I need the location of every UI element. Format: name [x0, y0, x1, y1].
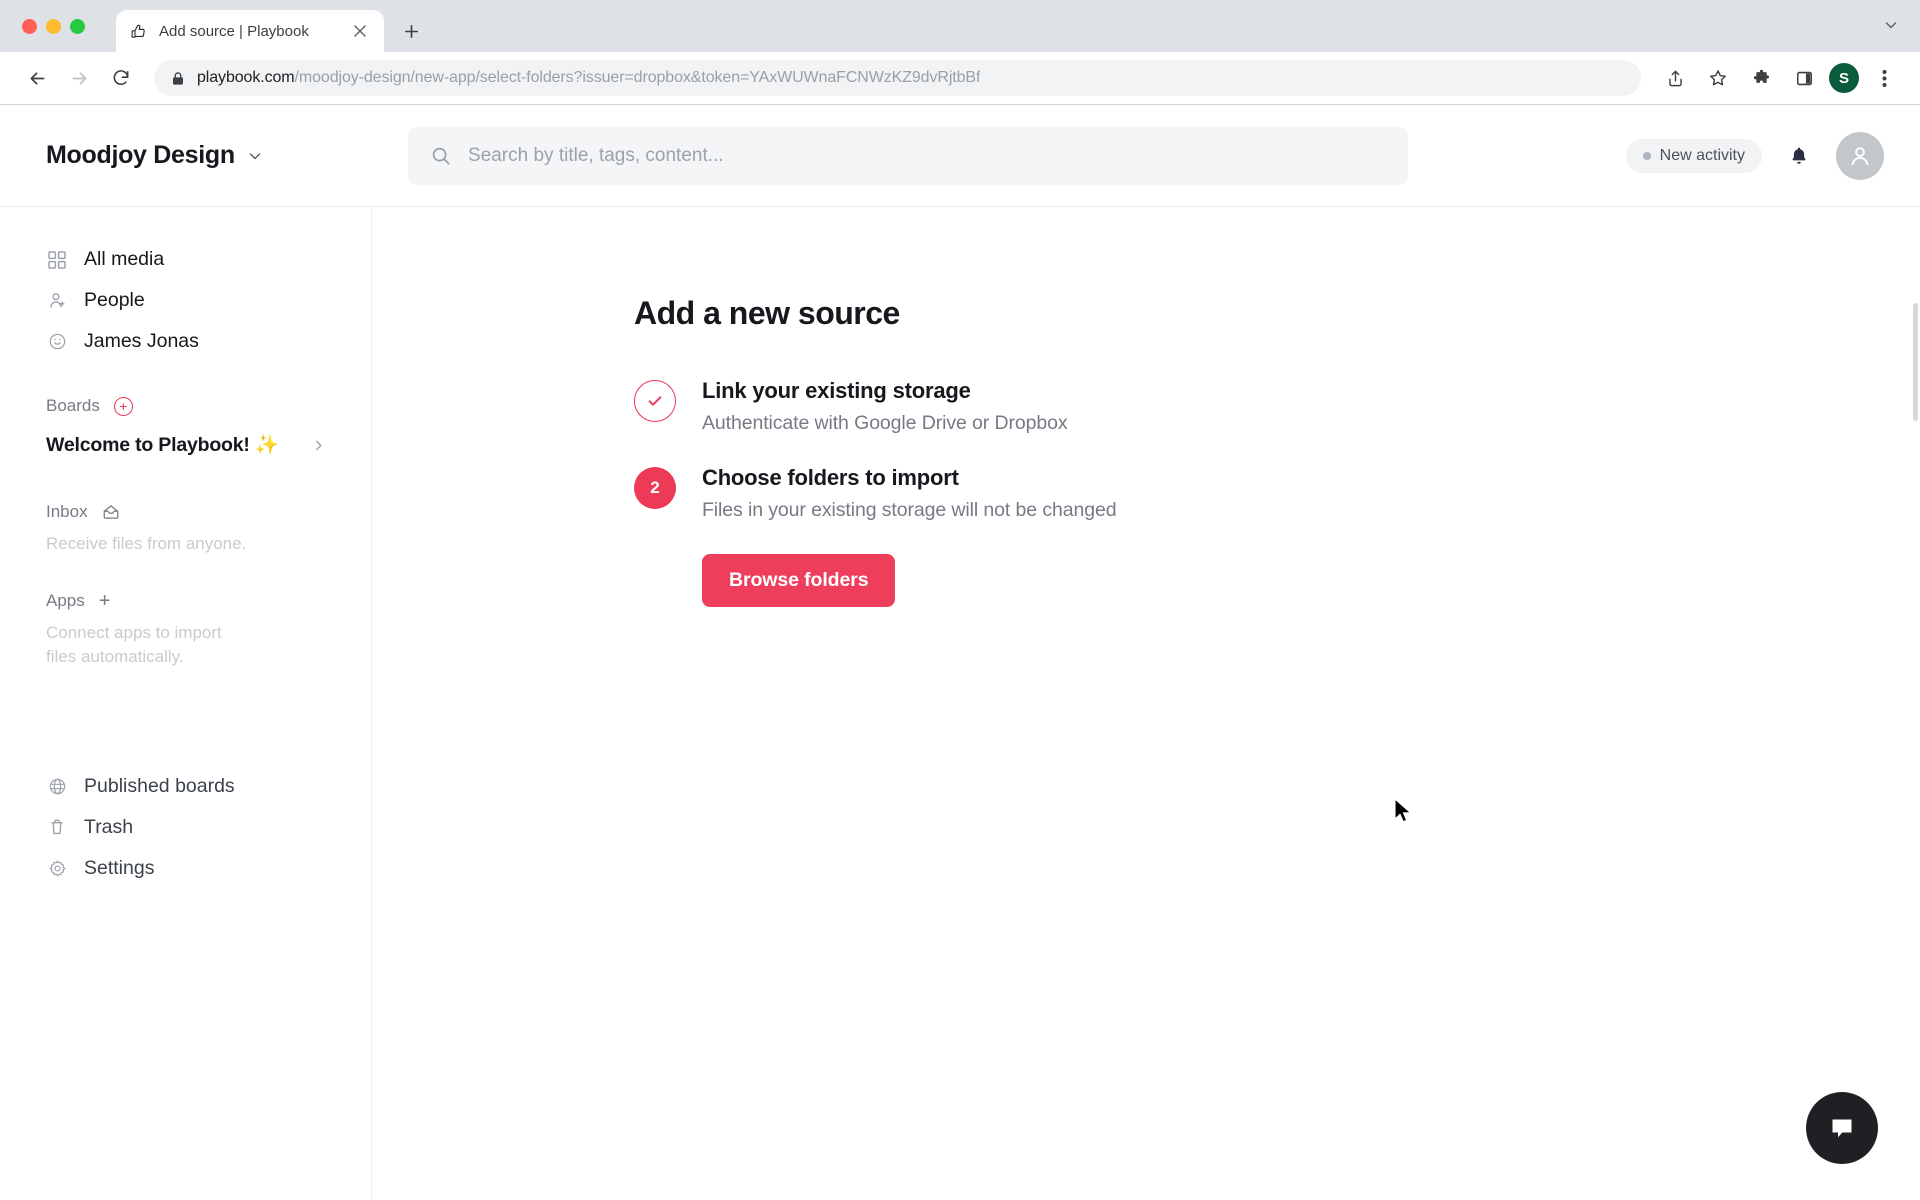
new-activity-label: New activity	[1659, 146, 1745, 164]
step-complete-check-icon	[634, 380, 676, 422]
tab-search-chevron-down-icon[interactable]	[1884, 18, 1898, 37]
notifications-bell-icon[interactable]	[1788, 145, 1810, 167]
url-path: /moodjoy-design/new-app/select-folders?i…	[294, 69, 981, 86]
url-domain: playbook.com	[197, 69, 295, 86]
sidebar-item-label: Trash	[84, 815, 134, 838]
chat-support-button[interactable]	[1806, 1092, 1878, 1164]
share-icon[interactable]	[1657, 60, 1693, 96]
sidebar-item-label: Published boards	[84, 774, 235, 797]
address-bar[interactable]: playbook.com/moodjoy-design/new-app/sele…	[154, 60, 1641, 96]
reload-button[interactable]	[102, 59, 140, 97]
sidebar-board-item[interactable]: Welcome to Playbook! ✨	[0, 422, 371, 468]
inbox-mailbox-icon[interactable]	[102, 503, 120, 521]
add-app-button[interactable]: +	[99, 591, 111, 611]
extensions-puzzle-icon[interactable]	[1743, 60, 1779, 96]
step-choose-folders: 2 Choose folders to import Files in your…	[634, 465, 1920, 607]
boards-section-title: Boards	[46, 396, 100, 415]
search-icon	[430, 145, 452, 167]
sidebar-item-people[interactable]: People	[0, 280, 371, 321]
step-description: Authenticate with Google Drive or Dropbo…	[702, 412, 1068, 434]
activity-status-dot	[1642, 151, 1651, 160]
sidebar-bottom-nav: Published boards Trash Settings	[0, 766, 371, 889]
step-title: Link your existing storage	[702, 378, 971, 403]
browser-toolbar: playbook.com/moodjoy-design/new-app/sele…	[0, 52, 1920, 104]
boards-section-header: Boards +	[0, 390, 371, 422]
workspace-name: Moodjoy Design	[46, 141, 235, 169]
minimize-window-button[interactable]	[46, 19, 61, 34]
playbook-app: Moodjoy Design New activity	[0, 105, 1920, 1200]
side-panel-icon[interactable]	[1786, 60, 1822, 96]
sidebar-item-label: All media	[84, 248, 165, 270]
user-avatar[interactable]	[1836, 131, 1884, 180]
step-text: Choose folders to import Files in your e…	[702, 465, 1117, 607]
step-number-badge: 2	[634, 467, 676, 509]
browse-folders-button[interactable]: Browse folders	[702, 554, 896, 607]
thumbs-up-icon	[129, 22, 148, 41]
apps-section-title: Apps	[46, 590, 85, 610]
app-body: All media People James Jonas Boards + We…	[0, 207, 1920, 1200]
forward-button[interactable]	[60, 59, 98, 97]
browser-chrome: Add source | Playbook playbook.com/moodj…	[0, 0, 1920, 105]
address-bar-url: playbook.com/moodjoy-design/new-app/sele…	[197, 69, 980, 87]
window-traffic-lights	[22, 19, 85, 34]
step-link-storage: Link your existing storage Authenticate …	[634, 378, 1920, 435]
mouse-cursor	[1394, 798, 1413, 830]
step-title: Choose folders to import	[702, 465, 959, 490]
sidebar-item-settings[interactable]: Settings	[0, 848, 371, 889]
scrollbar[interactable]	[1913, 303, 1918, 421]
search-bar[interactable]	[408, 126, 1408, 185]
trash-icon	[46, 818, 68, 836]
maximize-window-button[interactable]	[70, 19, 85, 34]
inbox-description: Receive files from anyone.	[46, 534, 247, 553]
app-header: Moodjoy Design New activity	[0, 105, 1920, 207]
page-title: Add a new source	[634, 295, 900, 331]
new-tab-button[interactable]	[394, 14, 428, 48]
header-actions: New activity	[1625, 131, 1884, 180]
workspace-switcher[interactable]: Moodjoy Design	[46, 141, 408, 170]
inbox-section-header[interactable]: Inbox	[0, 496, 371, 528]
board-name: Welcome to Playbook! ✨	[46, 434, 279, 456]
browser-tab[interactable]: Add source | Playbook	[116, 10, 384, 52]
step-description: Files in your existing storage will not …	[702, 499, 1117, 521]
new-activity-badge[interactable]: New activity	[1625, 138, 1762, 173]
inbox-section-title: Inbox	[46, 502, 88, 521]
apps-description: Connect apps to import files automatical…	[46, 622, 222, 667]
chevron-down-icon	[247, 148, 263, 164]
sidebar-item-james-jonas[interactable]: James Jonas	[0, 321, 371, 362]
main-content: Add a new source Link your existing stor…	[372, 207, 1920, 1200]
globe-icon	[46, 777, 68, 796]
tab-title: Add source | Playbook	[159, 22, 309, 40]
gear-icon	[46, 859, 68, 878]
browser-profile-avatar[interactable]: S	[1829, 63, 1859, 93]
chrome-menu-icon[interactable]	[1866, 60, 1902, 96]
close-tab-icon[interactable]	[349, 20, 371, 42]
sidebar-item-label: People	[84, 289, 145, 311]
toolbar-icons: S	[1657, 60, 1902, 96]
search-input[interactable]	[468, 144, 1386, 167]
chevron-right-icon[interactable]	[312, 439, 325, 452]
sidebar: All media People James Jonas Boards + We…	[0, 207, 372, 1200]
lock-icon	[171, 71, 185, 86]
grid-icon	[46, 250, 68, 269]
person-add-icon	[46, 291, 68, 310]
sidebar-item-label: James Jonas	[84, 330, 199, 352]
sidebar-item-label: Settings	[84, 856, 155, 879]
bookmark-star-icon[interactable]	[1700, 60, 1736, 96]
tab-strip: Add source | Playbook	[0, 0, 1920, 52]
sidebar-item-trash[interactable]: Trash	[0, 807, 371, 848]
step-text: Link your existing storage Authenticate …	[702, 378, 1068, 435]
add-board-button[interactable]: +	[113, 396, 133, 416]
sidebar-item-all-media[interactable]: All media	[0, 239, 371, 280]
smiley-icon	[46, 332, 68, 351]
close-window-button[interactable]	[22, 19, 37, 34]
apps-section-header[interactable]: Apps +	[0, 585, 371, 617]
sidebar-item-published-boards[interactable]: Published boards	[0, 766, 371, 807]
back-button[interactable]	[18, 59, 56, 97]
